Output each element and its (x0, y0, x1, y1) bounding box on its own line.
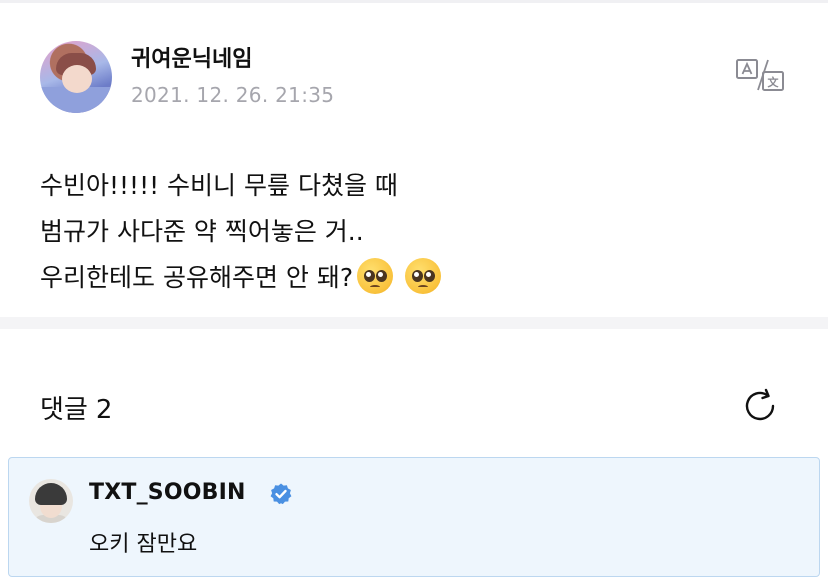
comments-title: 댓글 2 (40, 389, 112, 426)
post-card: 귀여운닉네임 2021. 12. 26. 21:35 文 수빈아!!!!! 수비… (0, 3, 828, 317)
comment-text: 오키 잠만요 (89, 532, 198, 557)
post-body: 수빈아!!!!! 수비니 무릎 다쳤을 때 범규가 사다준 약 찍어놓은 거..… (40, 163, 800, 301)
translate-button[interactable]: 文 (734, 56, 786, 94)
svg-text:文: 文 (768, 75, 780, 89)
comments-header: 댓글 2 (0, 329, 828, 455)
verified-badge-icon (270, 483, 292, 505)
commenter-name[interactable]: TXT_SOOBIN (89, 480, 246, 505)
translate-icon: 文 (736, 59, 784, 91)
author-avatar[interactable] (40, 41, 112, 113)
refresh-icon (745, 388, 775, 421)
comment-item: TXT_SOOBIN 오키 잠만요 (8, 457, 820, 577)
comments-label: 댓글 (40, 395, 88, 425)
post-date: 2021. 12. 26. 21:35 (131, 83, 335, 107)
pleading-face-emoji (357, 258, 394, 294)
post-line-text: 우리한테도 공유해주면 안 돼? (40, 263, 354, 292)
refresh-button[interactable] (740, 386, 780, 426)
commenter-avatar[interactable] (29, 479, 73, 523)
author-name[interactable]: 귀여운닉네임 (131, 41, 252, 73)
pleading-face-emoji (405, 258, 442, 294)
post-line: 수빈아!!!!! 수비니 무릎 다쳤을 때 (40, 171, 398, 200)
post-line-with-emoji: 우리한테도 공유해주면 안 돼? (40, 255, 800, 301)
comments-count: 2 (95, 395, 113, 425)
post-line: 범규가 사다준 약 찍어놓은 거.. (40, 217, 364, 246)
section-divider (0, 317, 828, 329)
